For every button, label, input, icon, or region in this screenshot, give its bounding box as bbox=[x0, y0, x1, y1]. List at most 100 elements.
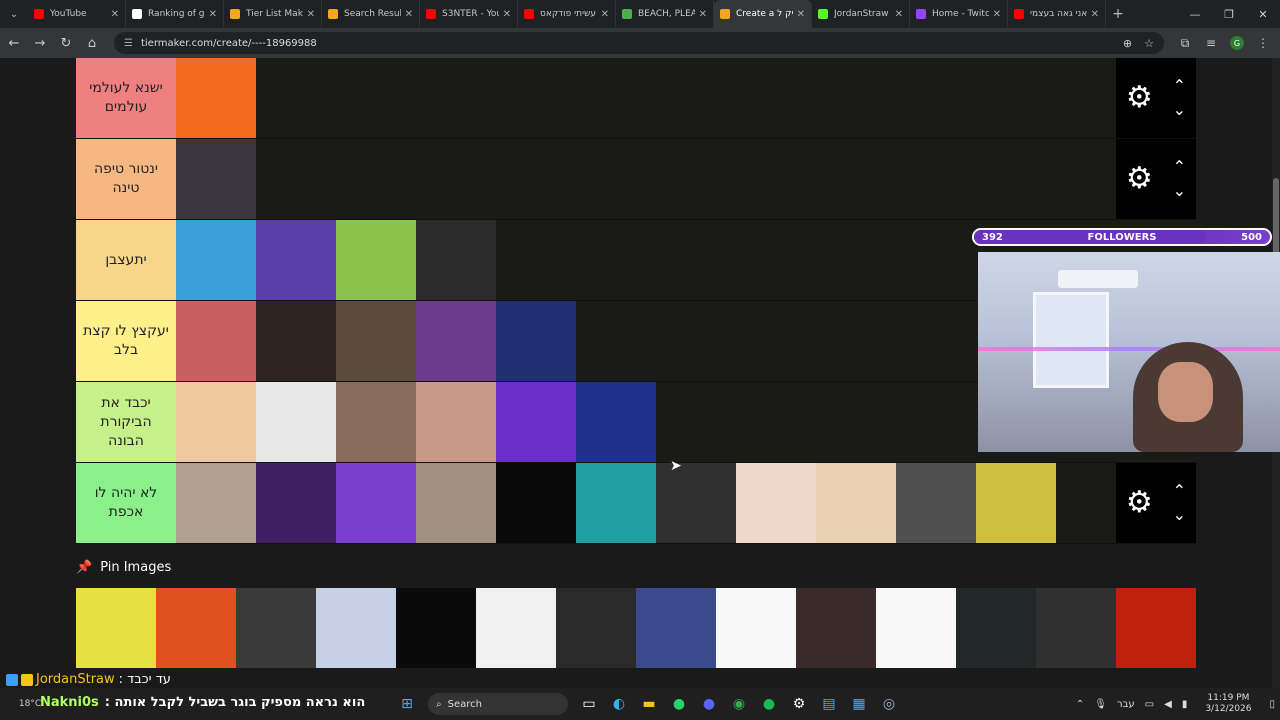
discord-icon[interactable]: ● bbox=[694, 688, 724, 720]
tab-close-icon[interactable]: ✕ bbox=[797, 9, 805, 20]
pin-image[interactable] bbox=[636, 588, 716, 668]
tier-item-image[interactable] bbox=[576, 382, 656, 462]
file-explorer-icon[interactable]: ▬ bbox=[634, 688, 664, 720]
browser-tab[interactable]: עשיתי פודקאס ✕ bbox=[518, 0, 616, 28]
tier-item-image[interactable] bbox=[176, 301, 256, 381]
tier-item-image[interactable] bbox=[176, 382, 256, 462]
network-icon[interactable]: ▭ bbox=[1145, 699, 1154, 710]
home-icon[interactable]: ⌂ bbox=[80, 31, 104, 55]
tray-expand-icon[interactable]: ⌃ bbox=[1076, 699, 1084, 710]
zoom-icon[interactable]: ⊕ bbox=[1123, 37, 1132, 50]
tier-item-image[interactable] bbox=[336, 382, 416, 462]
tier-item-image[interactable] bbox=[256, 301, 336, 381]
forward-icon[interactable]: → bbox=[28, 31, 52, 55]
site-info-icon[interactable]: ☰ bbox=[124, 38, 133, 49]
browser-tab[interactable]: S3NTER - YouT ✕ bbox=[420, 0, 518, 28]
spotify-icon[interactable]: ● bbox=[754, 688, 784, 720]
tier-item-image[interactable] bbox=[576, 463, 656, 543]
move-up-icon[interactable]: ⌃ bbox=[1173, 74, 1186, 98]
pin-image[interactable] bbox=[556, 588, 636, 668]
tier-item-image[interactable] bbox=[416, 301, 496, 381]
pin-image[interactable] bbox=[236, 588, 316, 668]
pin-image[interactable] bbox=[316, 588, 396, 668]
edge-icon[interactable]: ◐ bbox=[604, 688, 634, 720]
task-view-icon[interactable]: ▭ bbox=[574, 688, 604, 720]
back-icon[interactable]: ← bbox=[2, 31, 26, 55]
tier-item-image[interactable] bbox=[976, 463, 1056, 543]
tier-label[interactable]: יתעצבן bbox=[76, 220, 176, 300]
taskbar-search[interactable]: ⌕ Search bbox=[428, 693, 568, 715]
tier-item-image[interactable] bbox=[816, 463, 896, 543]
tab-search-menu[interactable]: ⌄ bbox=[0, 0, 28, 28]
language-indicator[interactable]: עבר bbox=[1117, 699, 1135, 710]
volume-icon[interactable]: ◀ bbox=[1164, 699, 1172, 710]
notification-icon[interactable]: ▯ bbox=[1269, 699, 1275, 710]
tier-item-image[interactable] bbox=[656, 463, 736, 543]
tier-item-image[interactable] bbox=[496, 463, 576, 543]
tab-close-icon[interactable]: ✕ bbox=[993, 9, 1001, 20]
profile-avatar-icon[interactable]: G bbox=[1230, 36, 1244, 50]
clock[interactable]: 11:19 PM 3/12/2026 bbox=[1200, 693, 1256, 715]
move-up-icon[interactable]: ⌃ bbox=[1173, 479, 1186, 503]
photos-icon[interactable]: ▦ bbox=[844, 688, 874, 720]
address-bar[interactable]: ☰ tiermaker.com/create/----18969988 ⊕ ☆ bbox=[114, 32, 1164, 54]
start-button-icon[interactable]: ⊞ bbox=[392, 688, 422, 720]
browser-tab[interactable]: Tier List Maker ✕ bbox=[224, 0, 322, 28]
move-down-icon[interactable]: ⌄ bbox=[1173, 503, 1186, 527]
pin-image[interactable] bbox=[1116, 588, 1196, 668]
new-tab-button[interactable]: + bbox=[1106, 6, 1130, 22]
tab-close-icon[interactable]: ✕ bbox=[307, 9, 315, 20]
steam-icon[interactable]: ◎ bbox=[874, 688, 904, 720]
browser-tab[interactable]: Create a קיק ל ✕ bbox=[714, 0, 812, 28]
tier-item-image[interactable] bbox=[496, 382, 576, 462]
notepad-icon[interactable]: ▤ bbox=[814, 688, 844, 720]
tier-item-image[interactable] bbox=[416, 463, 496, 543]
browser-tab[interactable]: Search Results ✕ bbox=[322, 0, 420, 28]
pin-image[interactable] bbox=[156, 588, 236, 668]
minimize-icon[interactable]: — bbox=[1178, 0, 1212, 28]
browser-tab[interactable]: JordanStraw - ✕ bbox=[812, 0, 910, 28]
browser-tab[interactable]: אני גאה בעצמי ✕ bbox=[1008, 0, 1106, 28]
pin-image[interactable] bbox=[476, 588, 556, 668]
pin-image[interactable] bbox=[796, 588, 876, 668]
tier-settings-gear-icon[interactable]: ⚙ bbox=[1126, 83, 1153, 113]
tier-item-image[interactable] bbox=[336, 301, 416, 381]
pin-image[interactable] bbox=[716, 588, 796, 668]
move-down-icon[interactable]: ⌄ bbox=[1173, 179, 1186, 203]
tab-close-icon[interactable]: ✕ bbox=[503, 9, 511, 20]
media-icon[interactable]: ≡ bbox=[1198, 36, 1224, 50]
restore-icon[interactable]: ❐ bbox=[1212, 0, 1246, 28]
move-down-icon[interactable]: ⌄ bbox=[1173, 98, 1186, 122]
tab-close-icon[interactable]: ✕ bbox=[1091, 9, 1099, 20]
tier-item-image[interactable] bbox=[176, 139, 256, 219]
tier-item-image[interactable] bbox=[176, 463, 256, 543]
tier-item-image[interactable] bbox=[896, 463, 976, 543]
whatsapp-icon[interactable]: ● bbox=[664, 688, 694, 720]
tier-label[interactable]: ינטור טיפה טינה bbox=[76, 139, 176, 219]
tab-close-icon[interactable]: ✕ bbox=[601, 9, 609, 20]
tab-close-icon[interactable]: ✕ bbox=[895, 9, 903, 20]
tier-item-image[interactable] bbox=[336, 463, 416, 543]
tier-item-image[interactable] bbox=[176, 220, 256, 300]
bookmark-star-icon[interactable]: ☆ bbox=[1144, 37, 1154, 50]
browser-tab[interactable]: BEACH, PLEAS ✕ bbox=[616, 0, 714, 28]
tier-item-image[interactable] bbox=[256, 382, 336, 462]
pin-image[interactable] bbox=[1036, 588, 1116, 668]
tab-close-icon[interactable]: ✕ bbox=[699, 9, 707, 20]
tier-label[interactable]: לא יהיה לו אכפת bbox=[76, 463, 176, 543]
tier-label[interactable]: יכבד את הביקורת הבונה bbox=[76, 382, 176, 462]
tab-close-icon[interactable]: ✕ bbox=[111, 9, 119, 20]
browser-menu-icon[interactable]: ⋮ bbox=[1250, 36, 1276, 50]
browser-tab[interactable]: Ranking of guy ✕ bbox=[126, 0, 224, 28]
tier-item-image[interactable] bbox=[736, 463, 816, 543]
tier-item-image[interactable] bbox=[416, 382, 496, 462]
chrome-icon[interactable]: ◉ bbox=[724, 688, 754, 720]
tier-item-image[interactable] bbox=[336, 220, 416, 300]
extensions-icon[interactable]: ⧉ bbox=[1172, 36, 1198, 51]
tier-settings-gear-icon[interactable]: ⚙ bbox=[1126, 488, 1153, 518]
tier-item-image[interactable] bbox=[416, 220, 496, 300]
microphone-icon[interactable]: 🎙 bbox=[1094, 699, 1107, 710]
tier-settings-gear-icon[interactable]: ⚙ bbox=[1126, 164, 1153, 194]
tab-close-icon[interactable]: ✕ bbox=[209, 9, 217, 20]
browser-tab[interactable]: YouTube ✕ bbox=[28, 0, 126, 28]
